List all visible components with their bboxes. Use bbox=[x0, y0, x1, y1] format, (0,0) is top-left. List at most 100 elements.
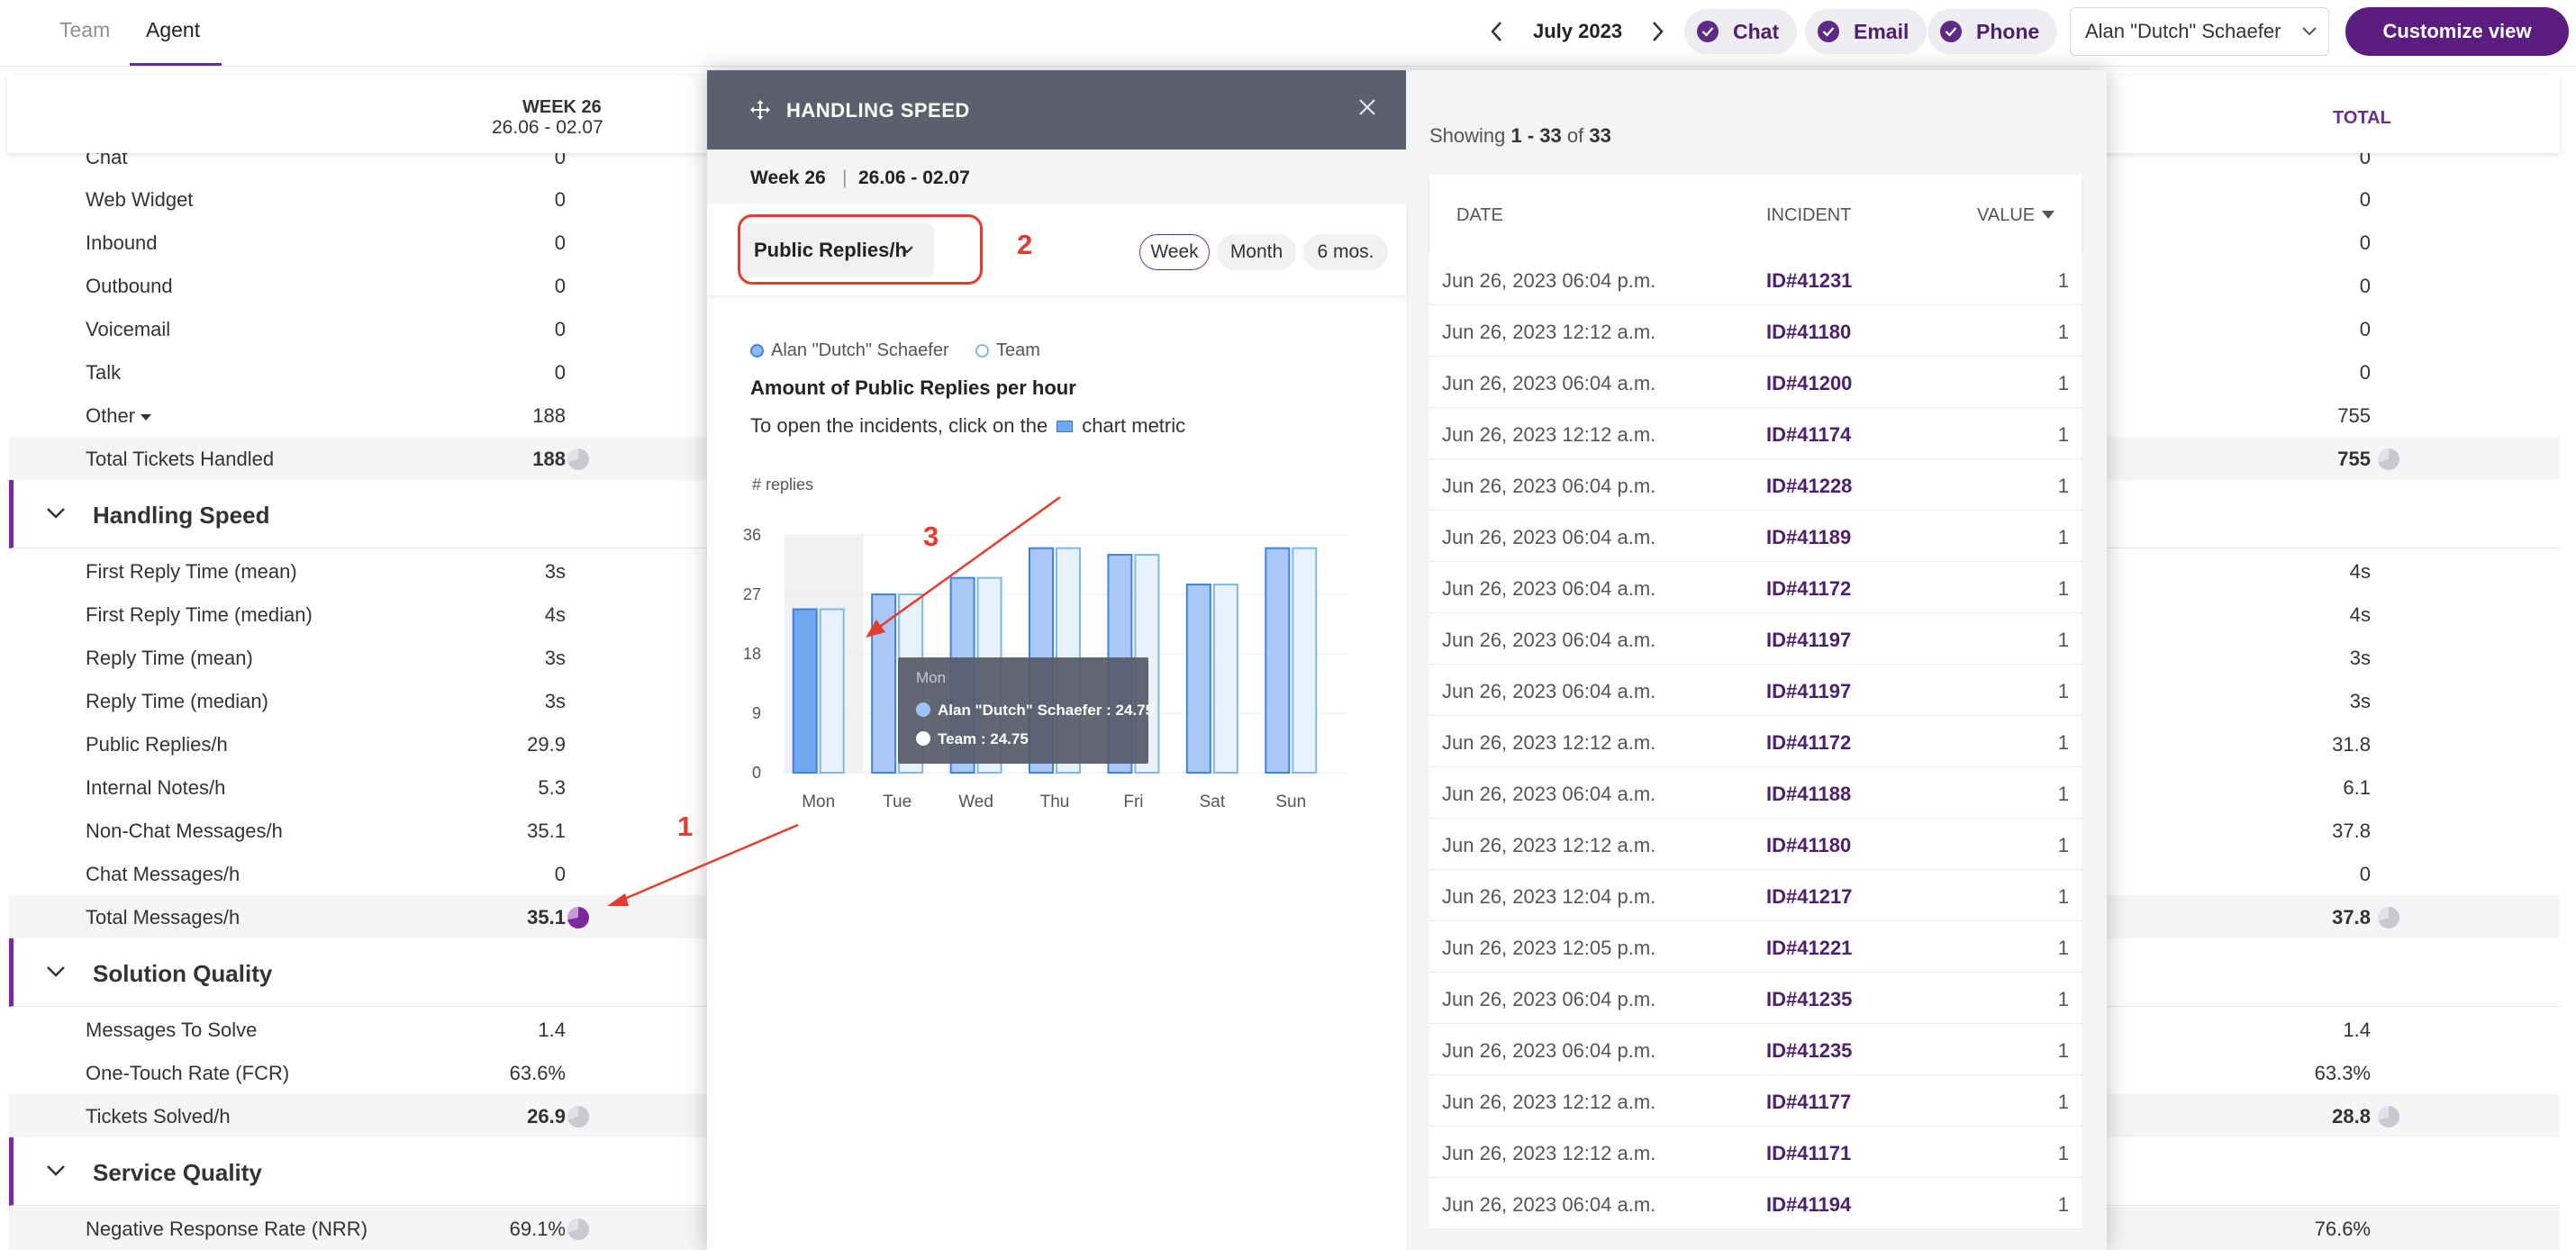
annotation-number-3: 3 bbox=[923, 521, 939, 552]
incident-value: 1 bbox=[2057, 423, 2069, 446]
incident-link[interactable]: ID#41171 bbox=[1766, 1142, 1851, 1165]
incident-value: 1 bbox=[2057, 1142, 2069, 1164]
incident-link[interactable]: ID#41231 bbox=[1766, 269, 1852, 293]
list-item[interactable]: Jun 26, 2023 12:12 a.m. ID#41174 1 bbox=[1429, 408, 2082, 459]
incident-date: Jun 26, 2023 06:04 a.m. bbox=[1442, 372, 1656, 394]
filter-chat[interactable]: Chat bbox=[1684, 9, 1798, 54]
next-month-button[interactable] bbox=[1645, 18, 1672, 45]
filter-email[interactable]: Email bbox=[1805, 9, 1927, 54]
list-item[interactable]: Jun 26, 2023 12:12 a.m. ID#41177 1 bbox=[1429, 1075, 2082, 1127]
pie-chart-icon[interactable] bbox=[2378, 907, 2399, 928]
incident-list-header: DATE INCIDENT VALUE bbox=[1429, 175, 2082, 254]
incident-value: 1 bbox=[2057, 1039, 2069, 1062]
agent-select-value: Alan "Dutch" Schaefer bbox=[2085, 20, 2281, 42]
list-item[interactable]: Jun 26, 2023 12:04 p.m. ID#41217 1 bbox=[1429, 870, 2082, 921]
incident-value: 1 bbox=[2057, 937, 2069, 959]
pie-chart-icon[interactable] bbox=[2378, 1106, 2399, 1128]
column-header-incident[interactable]: INCIDENT bbox=[1766, 205, 1851, 226]
pie-chart-icon[interactable] bbox=[2378, 448, 2399, 470]
chart-bar[interactable] bbox=[819, 608, 845, 774]
chart-tooltip-day: Mon bbox=[916, 669, 946, 686]
chart-x-tick-label: Fri bbox=[1123, 793, 1143, 811]
incident-value: 1 bbox=[2057, 731, 2069, 754]
incident-link[interactable]: ID#41177 bbox=[1766, 1091, 1851, 1114]
incident-value: 1 bbox=[2057, 577, 2069, 600]
chevron-down-icon bbox=[2302, 27, 2317, 36]
pie-chart-icon[interactable] bbox=[567, 1106, 589, 1128]
column-header-value[interactable]: VALUE bbox=[1977, 205, 2035, 226]
list-item[interactable]: Jun 26, 2023 12:05 p.m. ID#41221 1 bbox=[1429, 921, 2082, 973]
list-item[interactable]: Jun 26, 2023 06:04 a.m. ID#41172 1 bbox=[1429, 562, 2082, 613]
incident-value: 1 bbox=[2057, 321, 2069, 343]
chart-bar[interactable] bbox=[1265, 547, 1291, 774]
incident-value: 1 bbox=[2057, 372, 2069, 394]
incident-date: Jun 26, 2023 12:04 p.m. bbox=[1442, 885, 1656, 908]
incident-link[interactable]: ID#41221 bbox=[1766, 937, 1852, 960]
incident-value: 1 bbox=[2057, 834, 2069, 856]
incident-value: 1 bbox=[2057, 680, 2069, 702]
incident-value: 1 bbox=[2057, 885, 2069, 908]
incident-link[interactable]: ID#41235 bbox=[1766, 988, 1852, 1011]
list-item[interactable]: Jun 26, 2023 12:12 a.m. ID#41172 1 bbox=[1429, 716, 2082, 767]
incident-date: Jun 26, 2023 12:12 a.m. bbox=[1442, 834, 1656, 856]
incident-date: Jun 26, 2023 06:04 a.m. bbox=[1442, 577, 1656, 600]
list-item[interactable]: Jun 26, 2023 12:12 a.m. ID#41180 1 bbox=[1429, 819, 2082, 870]
list-item[interactable]: Jun 26, 2023 06:04 a.m. ID#41200 1 bbox=[1429, 357, 2082, 408]
chart-x-tick-label: Sat bbox=[1200, 793, 1226, 811]
incident-link[interactable]: ID#41180 bbox=[1766, 834, 1851, 857]
list-item[interactable]: Jun 26, 2023 06:04 a.m. ID#41189 1 bbox=[1429, 511, 2082, 562]
chart-x-tick-label: Sun bbox=[1275, 793, 1306, 811]
list-item[interactable]: Jun 26, 2023 06:04 p.m. ID#41235 1 bbox=[1429, 973, 2082, 1024]
incident-link[interactable]: ID#41235 bbox=[1766, 1039, 1852, 1063]
list-item[interactable]: Jun 26, 2023 06:04 p.m. ID#41228 1 bbox=[1429, 459, 2082, 511]
list-item[interactable]: Jun 26, 2023 06:04 a.m. ID#41197 1 bbox=[1429, 665, 2082, 716]
sort-desc-icon[interactable] bbox=[2042, 211, 2054, 219]
list-item[interactable]: Jun 26, 2023 06:04 p.m. ID#41235 1 bbox=[1429, 1024, 2082, 1075]
incident-date: Jun 26, 2023 06:04 p.m. bbox=[1442, 1039, 1656, 1062]
filter-phone-label: Phone bbox=[1976, 19, 2040, 43]
list-item[interactable]: Jun 26, 2023 06:04 a.m. ID#41194 1 bbox=[1429, 1178, 2082, 1229]
chart-tooltip-agent: Alan "Dutch" Schaefer : 24.75 bbox=[938, 702, 1154, 719]
chart-x-tick-label: Wed bbox=[958, 793, 993, 811]
incident-link[interactable]: ID#41172 bbox=[1766, 577, 1851, 601]
list-item[interactable]: Jun 26, 2023 12:12 a.m. ID#41171 1 bbox=[1429, 1127, 2082, 1178]
incident-link[interactable]: ID#41189 bbox=[1766, 526, 1851, 549]
incident-date: Jun 26, 2023 06:04 a.m. bbox=[1442, 526, 1656, 548]
incident-date: Jun 26, 2023 12:05 p.m. bbox=[1442, 937, 1656, 959]
incident-value: 1 bbox=[2057, 1193, 2069, 1216]
list-item[interactable]: Jun 26, 2023 12:12 a.m. ID#41180 1 bbox=[1429, 305, 2082, 357]
column-header-date[interactable]: DATE bbox=[1456, 205, 1503, 226]
previous-month-button[interactable] bbox=[1483, 18, 1510, 45]
incident-date: Jun 26, 2023 06:04 a.m. bbox=[1442, 629, 1656, 651]
chevron-right-icon bbox=[1653, 22, 1664, 41]
incident-link[interactable]: ID#41180 bbox=[1766, 321, 1851, 344]
incident-link[interactable]: ID#41174 bbox=[1766, 423, 1851, 447]
pie-chart-icon[interactable] bbox=[567, 1218, 589, 1240]
incident-link[interactable]: ID#41200 bbox=[1766, 372, 1852, 395]
incident-link[interactable]: ID#41197 bbox=[1766, 680, 1851, 703]
incident-link[interactable]: ID#41194 bbox=[1766, 1193, 1851, 1217]
incident-link[interactable]: ID#41172 bbox=[1766, 731, 1851, 755]
chart-bar[interactable] bbox=[1292, 547, 1318, 774]
incident-date: Jun 26, 2023 06:04 a.m. bbox=[1442, 1193, 1656, 1216]
filter-phone[interactable]: Phone bbox=[1927, 9, 2058, 54]
incident-value: 1 bbox=[2057, 526, 2069, 548]
list-item[interactable]: Jun 26, 2023 06:04 a.m. ID#41197 1 bbox=[1429, 613, 2082, 665]
incident-link[interactable]: ID#41217 bbox=[1766, 885, 1852, 909]
list-item[interactable]: Jun 26, 2023 06:04 p.m. ID#41231 1 bbox=[1429, 254, 2082, 305]
incident-link[interactable]: ID#41197 bbox=[1766, 629, 1851, 652]
incident-value: 1 bbox=[2057, 783, 2069, 805]
list-item[interactable]: Jun 26, 2023 06:04 a.m. ID#41188 1 bbox=[1429, 767, 2082, 819]
agent-select[interactable]: Alan "Dutch" Schaefer bbox=[2070, 7, 2329, 56]
incident-link[interactable]: ID#41188 bbox=[1766, 783, 1851, 806]
incident-date: Jun 26, 2023 12:12 a.m. bbox=[1442, 1091, 1656, 1113]
incident-date: Jun 26, 2023 06:04 a.m. bbox=[1442, 680, 1656, 702]
customize-view-button[interactable]: Customize view bbox=[2345, 7, 2569, 56]
incident-date: Jun 26, 2023 12:12 a.m. bbox=[1442, 1142, 1656, 1164]
check-icon bbox=[1940, 21, 1962, 42]
incident-value: 1 bbox=[2057, 269, 2069, 292]
chart-bar[interactable] bbox=[1185, 584, 1211, 774]
incident-link[interactable]: ID#41228 bbox=[1766, 475, 1852, 498]
chart-bar[interactable] bbox=[1212, 584, 1238, 774]
chart-tooltip-team: Team : 24.75 bbox=[938, 730, 1029, 747]
